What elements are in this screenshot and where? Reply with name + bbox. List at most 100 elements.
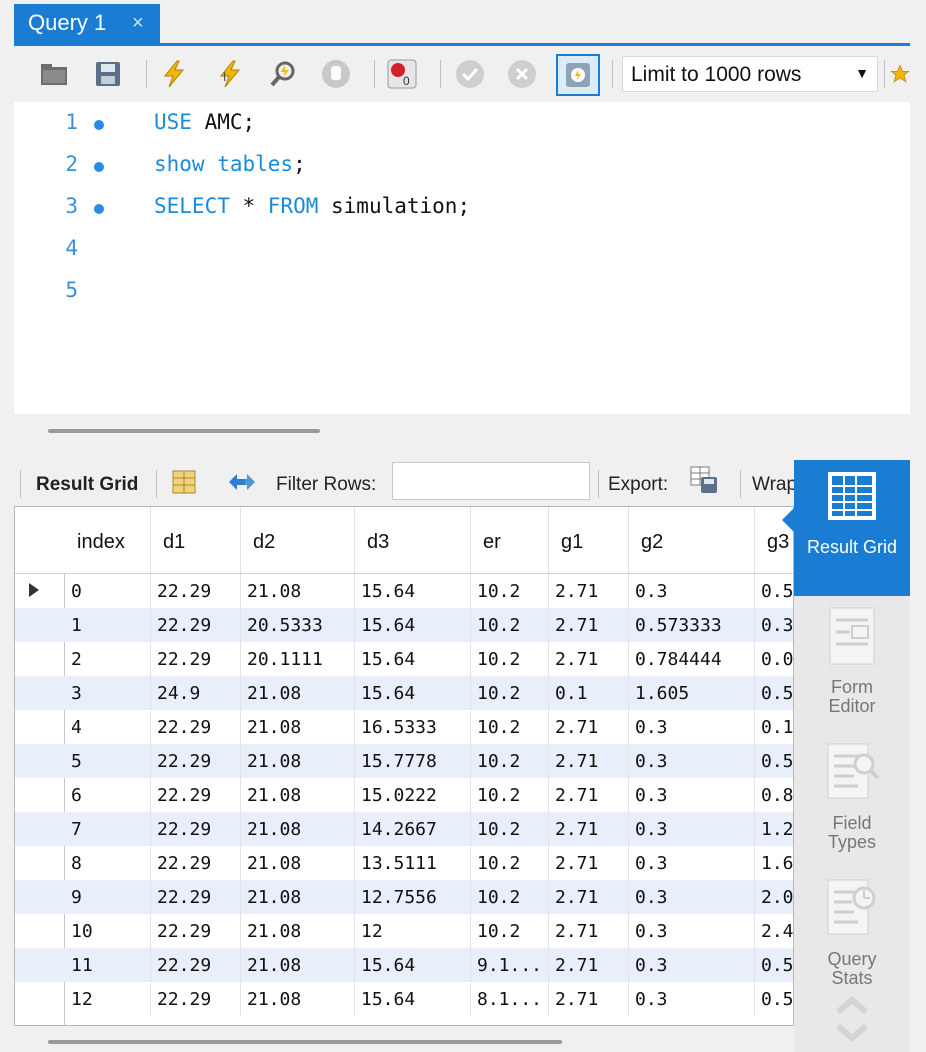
table-cell[interactable]: 22.29 <box>151 710 241 744</box>
scroll-down-button[interactable] <box>794 1022 910 1050</box>
table-cell[interactable]: 22.29 <box>151 778 241 812</box>
field-types-panel-button[interactable]: Field Types <box>794 736 910 856</box>
table-cell[interactable]: 15.0222 <box>355 778 471 812</box>
table-cell[interactable]: 21.08 <box>241 812 355 846</box>
table-cell[interactable]: 0.5 <box>755 948 793 982</box>
table-cell[interactable]: 10.2 <box>471 846 549 880</box>
table-cell[interactable]: 0.1 <box>549 676 629 710</box>
table-cell[interactable]: 24.9 <box>151 676 241 710</box>
table-cell[interactable]: 21.08 <box>241 744 355 778</box>
table-row[interactable]: 4 22.29 21.08 16.5333 10.2 2.71 0.3 0.1 <box>15 710 793 744</box>
table-cell[interactable]: 0.3 <box>629 846 755 880</box>
commit-icon[interactable] <box>454 58 486 90</box>
table-cell[interactable]: 1.2 <box>755 812 793 846</box>
table-cell[interactable]: 22.29 <box>151 880 241 914</box>
table-cell[interactable]: 13.5111 <box>355 846 471 880</box>
table-cell[interactable]: 15.7778 <box>355 744 471 778</box>
table-row[interactable]: 2 22.29 20.1111 15.64 10.2 2.71 0.784444 0.0 <box>15 642 793 676</box>
execute-current-icon[interactable]: I <box>214 58 246 90</box>
form-editor-panel-button[interactable]: Form Editor <box>794 600 910 720</box>
table-cell[interactable]: 22.29 <box>151 846 241 880</box>
table-cell[interactable]: 10.2 <box>471 676 549 710</box>
table-cell[interactable]: 4 <box>65 710 151 744</box>
table-cell[interactable]: 2.0 <box>755 880 793 914</box>
table-row[interactable]: 8 22.29 21.08 13.5111 10.2 2.71 0.3 1.6 <box>15 846 793 880</box>
table-cell[interactable]: 10.2 <box>471 744 549 778</box>
table-cell[interactable]: 15.64 <box>355 642 471 676</box>
table-cell[interactable]: 2.71 <box>549 982 629 1016</box>
table-cell[interactable]: 10.2 <box>471 710 549 744</box>
table-cell[interactable]: 10.2 <box>471 778 549 812</box>
table-cell[interactable]: 2.71 <box>549 948 629 982</box>
table-row[interactable]: 11 22.29 21.08 15.64 9.1... 2.71 0.3 0.5 <box>15 948 793 982</box>
stop-icon[interactable] <box>320 58 352 90</box>
table-cell[interactable]: 21.08 <box>241 948 355 982</box>
explain-icon[interactable] <box>268 58 300 90</box>
table-cell[interactable]: 15.64 <box>355 608 471 642</box>
table-cell[interactable]: 0.0 <box>755 642 793 676</box>
column-header[interactable]: er <box>471 507 549 573</box>
table-cell[interactable]: 1.6 <box>755 846 793 880</box>
table-cell[interactable]: 15.64 <box>355 982 471 1016</box>
table-cell[interactable]: 2.71 <box>549 778 629 812</box>
table-cell[interactable]: 10.2 <box>471 812 549 846</box>
table-row[interactable]: 12 22.29 21.08 15.64 8.1... 2.71 0.3 0.5 <box>15 982 793 1016</box>
scroll-up-button[interactable] <box>794 994 910 1020</box>
table-cell[interactable]: 2.71 <box>549 846 629 880</box>
grid-horizontal-scrollbar[interactable] <box>48 1040 562 1044</box>
table-row[interactable]: 9 22.29 21.08 12.7556 10.2 2.71 0.3 2.0 <box>15 880 793 914</box>
table-row[interactable]: 3 24.9 21.08 15.64 10.2 0.1 1.605 0.5 <box>15 676 793 710</box>
query-stats-panel-button[interactable]: Query Stats <box>794 872 910 992</box>
table-cell[interactable]: 7 <box>65 812 151 846</box>
table-cell[interactable]: 0.3 <box>629 778 755 812</box>
table-cell[interactable]: 10.2 <box>471 914 549 948</box>
table-cell[interactable]: 2 <box>65 642 151 676</box>
table-row[interactable]: 1 22.29 20.5333 15.64 10.2 2.71 0.573333 0.3 <box>15 608 793 642</box>
table-cell[interactable]: 21.08 <box>241 914 355 948</box>
table-cell[interactable]: 14.2667 <box>355 812 471 846</box>
result-grid-label[interactable]: Result Grid <box>36 474 138 496</box>
table-cell[interactable]: 0.573333 <box>629 608 755 642</box>
table-cell[interactable]: 9.1... <box>471 948 549 982</box>
table-row[interactable]: 6 22.29 21.08 15.0222 10.2 2.71 0.3 0.8 <box>15 778 793 812</box>
table-cell[interactable]: 22.29 <box>151 574 241 608</box>
table-cell[interactable]: 22.29 <box>151 744 241 778</box>
table-cell[interactable]: 20.1111 <box>241 642 355 676</box>
table-cell[interactable]: 2.71 <box>549 744 629 778</box>
table-cell[interactable]: 0.3 <box>629 982 755 1016</box>
query-tab[interactable]: Query 1 × <box>14 4 160 43</box>
table-cell[interactable]: 0.3 <box>629 880 755 914</box>
table-cell[interactable]: 2.71 <box>549 914 629 948</box>
column-header[interactable]: d1 <box>151 507 241 573</box>
table-cell[interactable]: 10 <box>65 914 151 948</box>
table-cell[interactable]: 15.64 <box>355 574 471 608</box>
table-cell[interactable]: 16.5333 <box>355 710 471 744</box>
toggle-error-icon[interactable]: 0 <box>386 58 418 90</box>
table-cell[interactable]: 0.784444 <box>629 642 755 676</box>
table-cell[interactable]: 21.08 <box>241 880 355 914</box>
table-cell[interactable]: 10.2 <box>471 608 549 642</box>
table-cell[interactable]: 22.29 <box>151 948 241 982</box>
table-cell[interactable]: 0.8 <box>755 778 793 812</box>
table-cell[interactable]: 2.71 <box>549 812 629 846</box>
table-cell[interactable]: 20.5333 <box>241 608 355 642</box>
table-cell[interactable]: 22.29 <box>151 608 241 642</box>
table-cell[interactable]: 21.08 <box>241 676 355 710</box>
result-grid[interactable]: index d1 d2 d3 er g1 g2 g3 0 22.29 21.08 15.64 10.2… <box>14 506 794 1026</box>
table-cell[interactable]: 0.3 <box>629 914 755 948</box>
table-cell[interactable]: 2.4 <box>755 914 793 948</box>
table-cell[interactable]: 0.1 <box>755 710 793 744</box>
table-cell[interactable]: 2.71 <box>549 574 629 608</box>
table-cell[interactable]: 1.605 <box>629 676 755 710</box>
table-row[interactable]: 7 22.29 21.08 14.2667 10.2 2.71 0.3 1.2 <box>15 812 793 846</box>
column-header[interactable]: index <box>65 507 151 573</box>
table-cell[interactable]: 0.5 <box>755 574 793 608</box>
table-cell[interactable]: 6 <box>65 778 151 812</box>
limit-rows-select[interactable]: Limit to 1000 rows ▼ <box>622 56 878 92</box>
table-cell[interactable]: 11 <box>65 948 151 982</box>
table-cell[interactable]: 21.08 <box>241 778 355 812</box>
table-cell[interactable]: 2.71 <box>549 710 629 744</box>
table-cell[interactable]: 15.64 <box>355 676 471 710</box>
column-header[interactable]: g2 <box>629 507 755 573</box>
execute-icon[interactable] <box>158 58 190 90</box>
